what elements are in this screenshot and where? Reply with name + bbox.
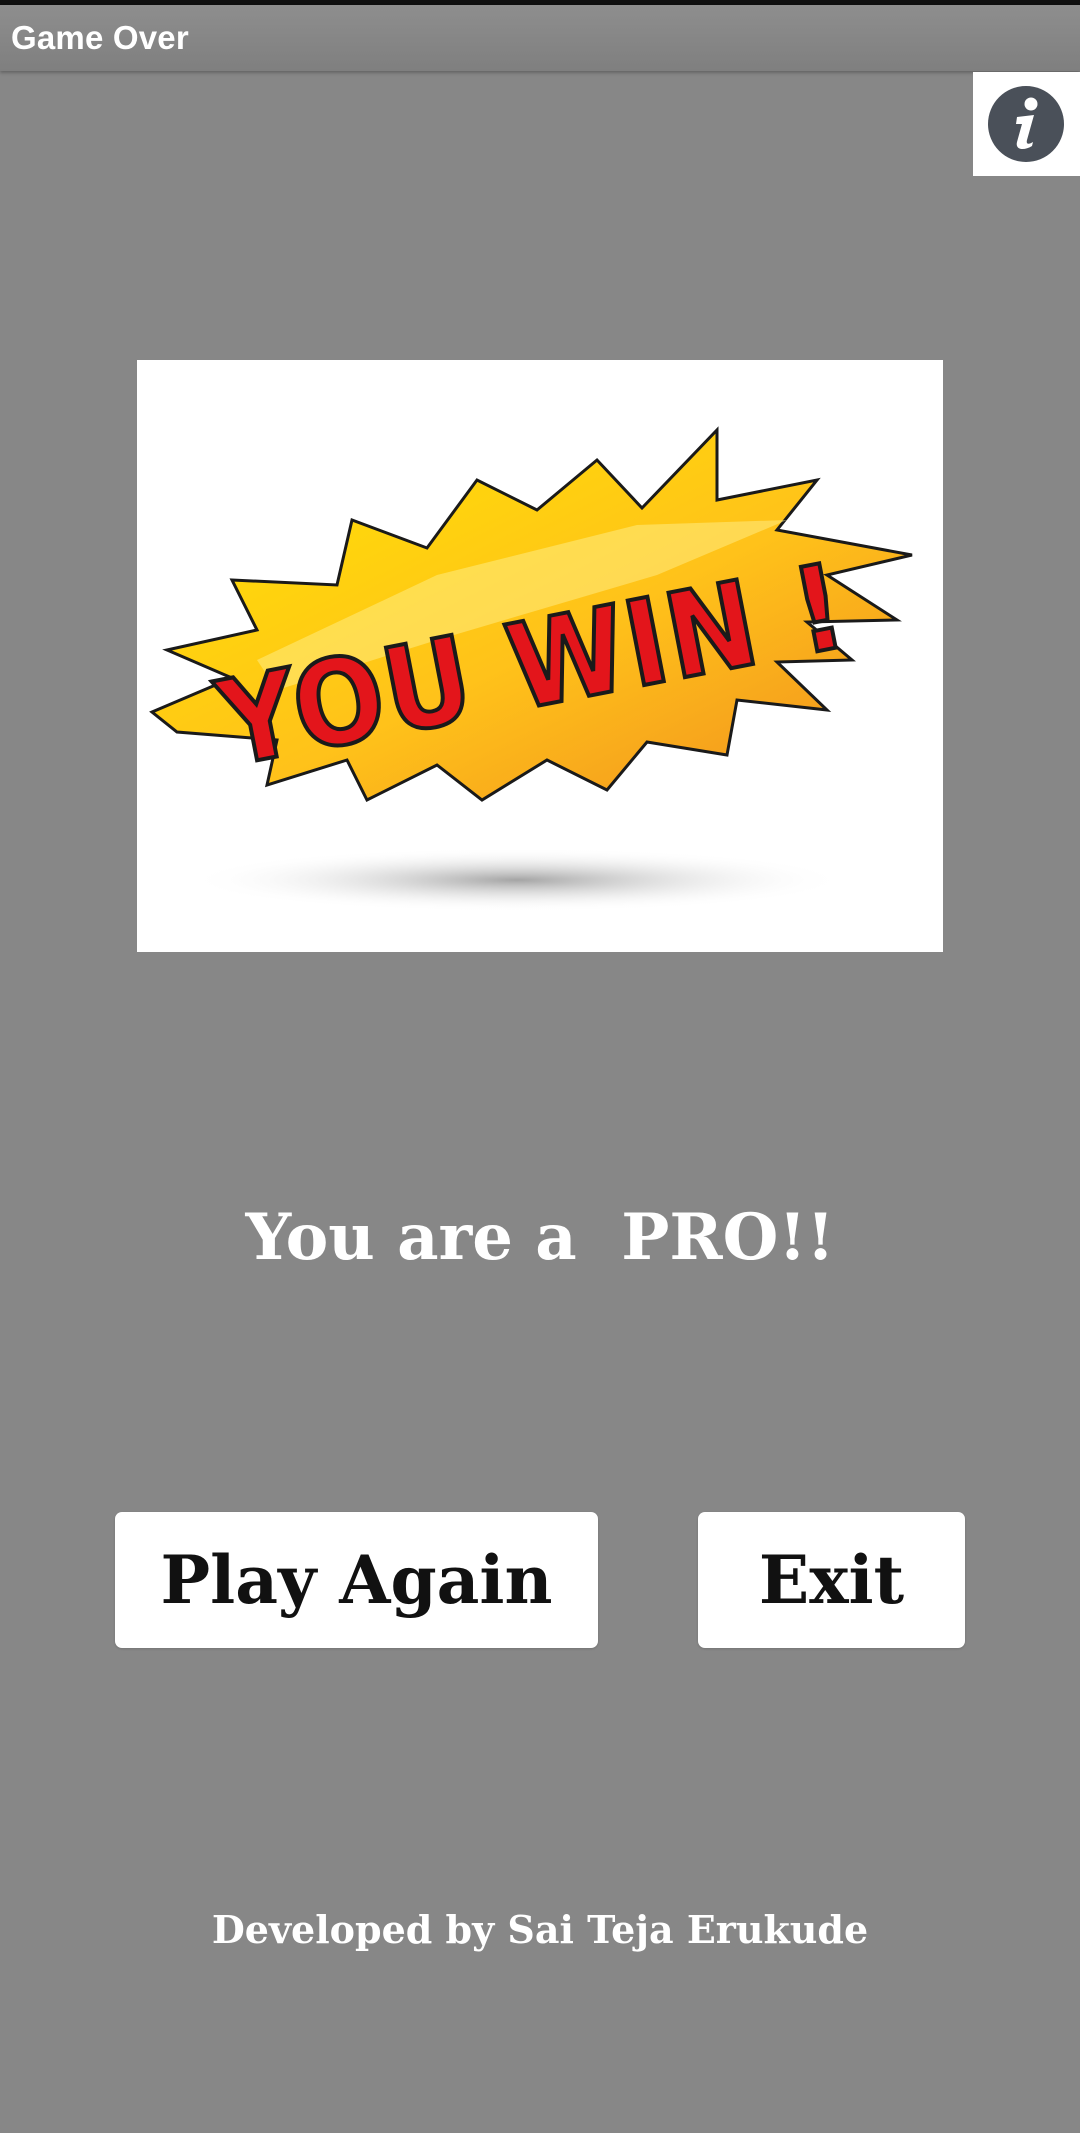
result-message: You are a PRO!!: [245, 1200, 835, 1275]
developer-credit: Developed by Sai Teja Erukude: [211, 1907, 869, 1952]
info-button[interactable]: [973, 72, 1080, 176]
play-again-button[interactable]: Play Again: [115, 1512, 598, 1648]
exit-button[interactable]: Exit: [698, 1512, 965, 1648]
banner-shadow: [187, 848, 847, 912]
you-win-banner: YOU WIN !: [137, 360, 943, 952]
window-title: Game Over: [11, 19, 189, 56]
title-bar: Game Over: [0, 5, 1080, 71]
info-icon: [988, 86, 1064, 162]
you-win-graphic: YOU WIN !: [149, 426, 913, 912]
